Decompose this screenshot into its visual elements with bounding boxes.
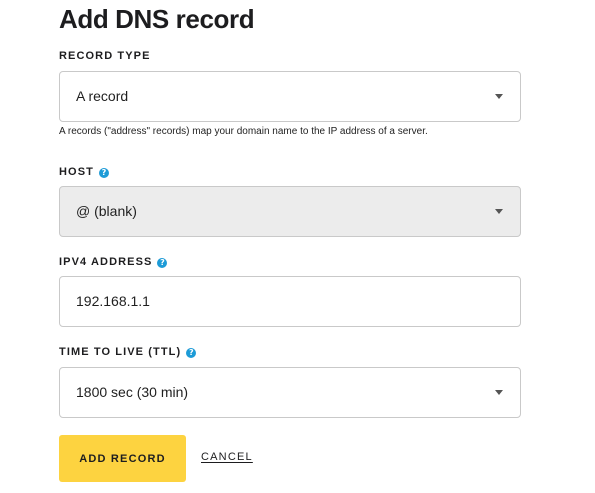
ttl-value: 1800 sec (30 min) bbox=[76, 384, 189, 400]
host-label: HOST ? bbox=[59, 166, 109, 179]
page-title: Add DNS record bbox=[59, 4, 255, 34]
ttl-label-text: TIME TO LIVE (TTL) bbox=[59, 346, 182, 358]
help-icon[interactable]: ? bbox=[186, 347, 197, 358]
cancel-link[interactable]: CANCEL bbox=[201, 451, 253, 464]
host-value: @ (blank) bbox=[76, 203, 137, 219]
record-type-hint: A records ("address" records) map your d… bbox=[59, 126, 428, 137]
help-icon[interactable]: ? bbox=[98, 167, 109, 178]
record-type-label: RECORD TYPE bbox=[59, 50, 151, 63]
ipv4-address-value: 192.168.1.1 bbox=[76, 293, 150, 309]
record-type-select[interactable]: A record bbox=[59, 71, 521, 122]
ttl-label: TIME TO LIVE (TTL) ? bbox=[59, 346, 197, 359]
caret-down-icon bbox=[495, 390, 503, 395]
ipv4-address-input[interactable]: 192.168.1.1 bbox=[59, 276, 521, 327]
help-icon[interactable]: ? bbox=[157, 257, 168, 268]
caret-down-icon bbox=[495, 94, 503, 99]
record-type-label-text: RECORD TYPE bbox=[59, 50, 151, 62]
ipv4-label-text: IPV4 ADDRESS bbox=[59, 256, 153, 268]
ipv4-label: IPV4 ADDRESS ? bbox=[59, 256, 168, 269]
caret-down-icon bbox=[495, 209, 503, 214]
host-select[interactable]: @ (blank) bbox=[59, 186, 521, 237]
host-label-text: HOST bbox=[59, 166, 94, 178]
record-type-value: A record bbox=[76, 88, 129, 104]
ttl-select[interactable]: 1800 sec (30 min) bbox=[59, 367, 521, 418]
add-record-button[interactable]: ADD RECORD bbox=[59, 435, 186, 482]
